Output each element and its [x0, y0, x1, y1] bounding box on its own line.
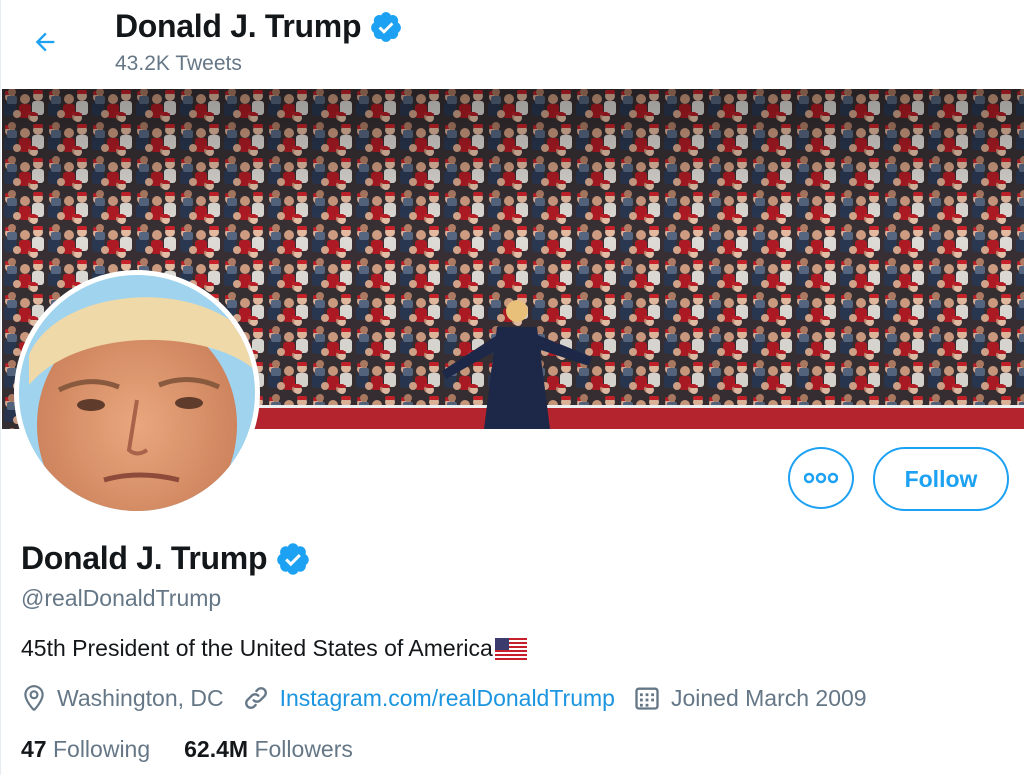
- calendar-icon: [635, 687, 659, 710]
- more-options-button[interactable]: [788, 447, 854, 509]
- tweet-count: 43.2K Tweets: [115, 52, 242, 75]
- profile-bio: 45th President of the United States of A…: [21, 635, 527, 662]
- following-link[interactable]: 47 Following: [21, 736, 150, 763]
- following-count: 47: [21, 736, 47, 762]
- followers-link[interactable]: 62.4M Followers: [184, 736, 353, 763]
- more-options-icon: [804, 472, 838, 484]
- header-title-group: Donald J. Trump: [115, 8, 403, 45]
- header-title: Donald J. Trump: [115, 8, 362, 44]
- location-item: Washington, DC: [21, 684, 224, 712]
- back-button[interactable]: [25, 22, 65, 62]
- verified-badge-icon: [277, 542, 309, 575]
- verified-badge-icon: [371, 11, 402, 42]
- location-pin-icon: [24, 685, 44, 711]
- profile-photo: [19, 275, 255, 511]
- profile-name: Donald J. Trump: [21, 540, 268, 576]
- profile-name-row: Donald J. Trump: [21, 540, 311, 577]
- link-icon: [244, 687, 267, 709]
- following-label: Following: [52, 736, 151, 762]
- us-flag-icon: [494, 637, 527, 660]
- follow-button[interactable]: Follow: [873, 447, 1009, 511]
- followers-label: Followers: [254, 736, 353, 762]
- profile-page: Donald J. Trump 43.2K Tweets Follow Dona…: [0, 0, 1024, 775]
- profile-header-bar: Donald J. Trump 43.2K Tweets: [1, 0, 1024, 89]
- joined-item: Joined March 2009: [633, 684, 867, 712]
- website-link[interactable]: Instagram.com/realDonaldTrump: [280, 685, 615, 712]
- follow-stats: 47 Following 62.4M Followers: [21, 736, 387, 763]
- profile-meta: Washington, DC Instagram.com/realDonaldT…: [21, 684, 885, 712]
- joined-text: Joined March 2009: [670, 684, 867, 711]
- avatar[interactable]: [14, 270, 260, 516]
- followers-count: 62.4M: [184, 736, 249, 762]
- arrow-left-icon: [35, 32, 55, 52]
- location-text: Washington, DC: [57, 684, 224, 711]
- website-item: Instagram.com/realDonaldTrump: [242, 684, 615, 712]
- bio-text: 45th President of the United States of A…: [21, 635, 493, 661]
- profile-handle: @realDonaldTrump: [21, 585, 222, 611]
